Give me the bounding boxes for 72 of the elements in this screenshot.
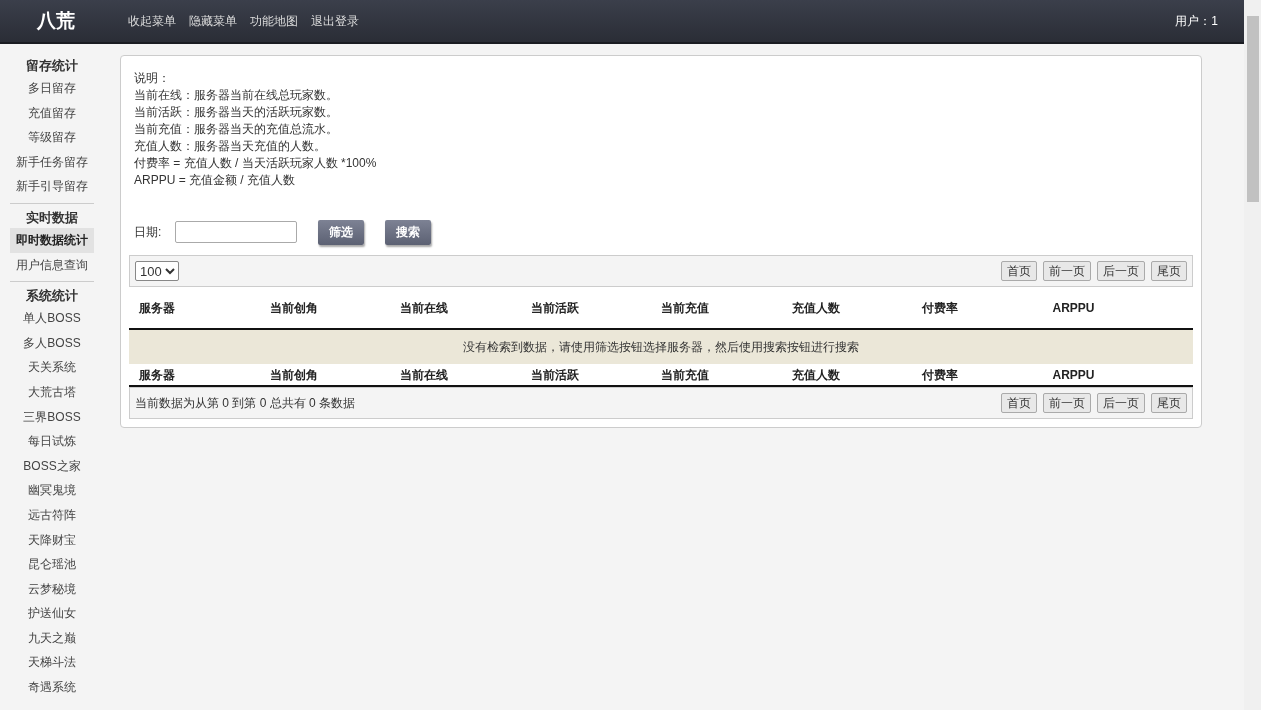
- sidebar-item[interactable]: 昆仑瑶池: [10, 552, 94, 577]
- sidebar-heading: 系统统计: [26, 287, 78, 306]
- pager-button[interactable]: 首页: [1001, 261, 1037, 281]
- note-line: 付费率 = 充值人数 / 当天活跃玩家人数 *100%: [134, 155, 378, 172]
- column-header: 当前在线: [400, 366, 449, 384]
- pager-button[interactable]: 尾页: [1151, 393, 1187, 413]
- sidebar-item[interactable]: 多人BOSS: [10, 330, 94, 356]
- sidebar-heading: 留存统计: [26, 57, 78, 75]
- page-size-select[interactable]: 100: [135, 261, 179, 281]
- date-field[interactable]: [175, 221, 298, 243]
- column-header: 当前创角: [269, 366, 319, 384]
- sidebar-item[interactable]: 远古符阵: [10, 502, 94, 528]
- sidebar-item[interactable]: 用户信息查询: [10, 252, 94, 278]
- empty-message: 没有检索到数据，请使用筛选按钮选择服务器，然后使用搜索按钮进行搜索: [129, 330, 1193, 364]
- column-header: 当前充值: [661, 366, 710, 384]
- column-header: 当前活跃: [530, 366, 580, 384]
- sidebar-item[interactable]: BOSS之家: [10, 453, 94, 479]
- note-line: 说明：: [134, 70, 171, 87]
- sidebar-item[interactable]: 奇遇系统: [10, 675, 94, 700]
- sidebar-item[interactable]: 充值留存: [10, 100, 94, 126]
- sidebar-item[interactable]: 新手任务留存: [10, 149, 94, 175]
- note-line: 充值人数：服务器当天充值的人数。: [134, 138, 327, 155]
- column-header: 充值人数: [791, 366, 841, 384]
- sidebar-item[interactable]: 大荒古塔: [10, 379, 94, 405]
- column-header: 付费率: [922, 299, 959, 317]
- logo: 八荒: [36, 8, 76, 33]
- sidebar-heading: 实时数据: [26, 208, 78, 227]
- column-header: 当前创角: [269, 299, 319, 317]
- sidebar-item[interactable]: 天关系统: [10, 355, 94, 380]
- column-header: 服务器: [139, 299, 176, 317]
- date-label: 日期:: [134, 224, 162, 241]
- note-line: 当前充值：服务器当天的充值总流水。: [134, 121, 339, 138]
- sidebar-item[interactable]: 九天之巅: [10, 625, 94, 651]
- nav-link[interactable]: 隐藏菜单: [189, 12, 237, 30]
- pager-button[interactable]: 后一页: [1097, 393, 1145, 413]
- column-header: 服务器: [139, 366, 176, 384]
- sidebar-item[interactable]: 三界BOSS: [10, 404, 94, 430]
- sidebar-item[interactable]: 天梯斗法: [10, 650, 94, 676]
- sidebar-item[interactable]: 天降财宝: [10, 527, 94, 553]
- sidebar-item[interactable]: 多日留存: [10, 76, 94, 101]
- pager-button[interactable]: 后一页: [1097, 261, 1145, 281]
- column-header: 当前充值: [661, 299, 710, 317]
- column-header: ARPPU: [1052, 299, 1096, 317]
- sidebar-item[interactable]: 单人BOSS: [10, 306, 94, 331]
- scrollbar-thumb[interactable]: [1246, 16, 1259, 202]
- nav-link[interactable]: 收起菜单: [128, 12, 176, 30]
- column-header: 当前活跃: [530, 299, 580, 317]
- note-line: ARPPU = 充值金额 / 充值人数: [134, 172, 297, 189]
- column-header: 充值人数: [791, 299, 841, 317]
- action-button[interactable]: 搜索: [385, 219, 432, 245]
- note-line: 当前活跃：服务器当天的活跃玩家数。: [134, 104, 339, 121]
- sidebar-item[interactable]: 云梦秘境: [10, 576, 94, 602]
- sidebar-item[interactable]: 等级留存: [10, 125, 94, 150]
- summary-text: 当前数据为从第 0 到第 0 总共有 0 条数据: [135, 395, 356, 412]
- sidebar-item[interactable]: 护送仙女: [10, 601, 94, 626]
- column-header: ARPPU: [1052, 366, 1096, 384]
- action-button[interactable]: 筛选: [318, 219, 365, 245]
- pager-button[interactable]: 前一页: [1043, 393, 1091, 413]
- pager-button[interactable]: 前一页: [1043, 261, 1091, 281]
- pager-button[interactable]: 首页: [1001, 393, 1037, 413]
- column-header: 当前在线: [400, 299, 449, 317]
- column-header: 付费率: [922, 366, 959, 384]
- user-label: 用户：1: [1175, 13, 1218, 30]
- nav-link[interactable]: 退出登录: [311, 12, 359, 30]
- pager-button[interactable]: 尾页: [1151, 261, 1187, 281]
- sidebar-item[interactable]: 幽冥鬼境: [10, 478, 94, 503]
- note-line: 当前在线：服务器当前在线总玩家数。: [134, 87, 339, 104]
- sidebar-item[interactable]: 每日试炼: [10, 429, 94, 454]
- scrollbar[interactable]: [1244, 0, 1261, 710]
- sidebar-item[interactable]: 新手引导留存: [10, 174, 94, 199]
- sidebar-item[interactable]: 即时数据统计: [10, 227, 94, 253]
- nav-link[interactable]: 功能地图: [250, 12, 298, 30]
